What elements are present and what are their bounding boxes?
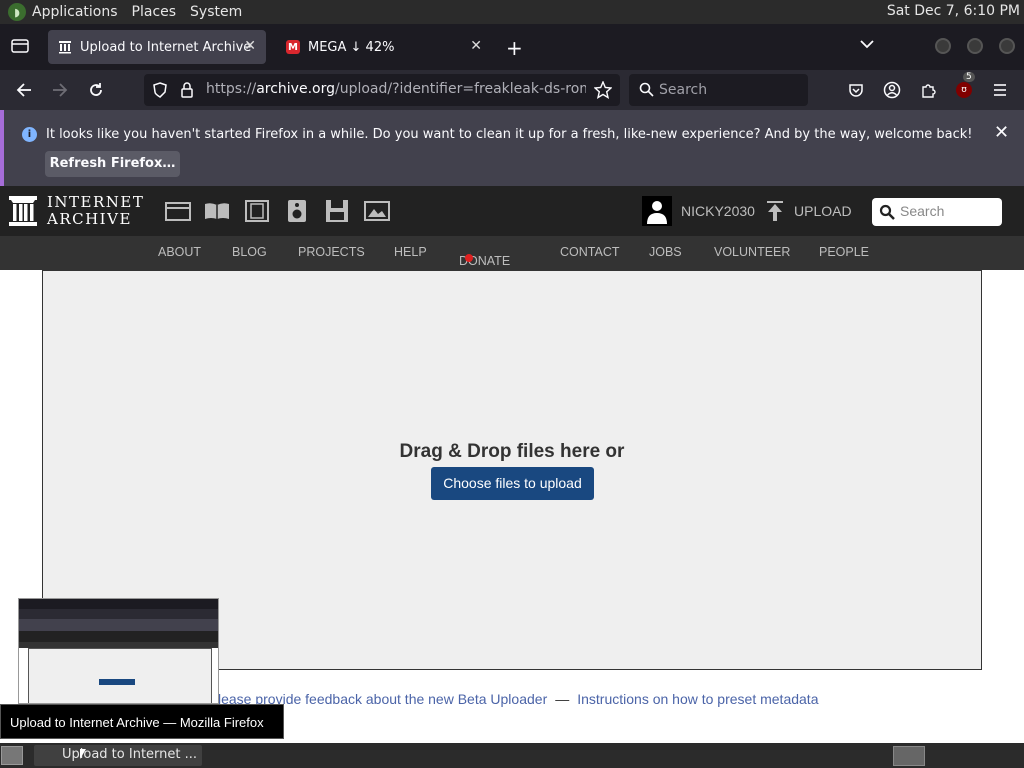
tab-list-icon[interactable]	[11, 38, 29, 54]
places-menu[interactable]: Places	[132, 4, 177, 20]
tab-title: Upload to Internet Archive	[80, 39, 252, 55]
donate-heart-icon	[465, 254, 473, 262]
logo-line-1: INTERNET	[47, 193, 145, 211]
url-path: /upload/?identifier=freakleak-ds-rom-col…	[335, 81, 586, 97]
software-icon[interactable]	[324, 200, 350, 222]
thumb-tabbar	[19, 599, 218, 609]
nav-projects[interactable]: PROJECTS	[298, 245, 365, 259]
extension-badge: 5	[963, 72, 975, 82]
nav-volunteer[interactable]: VOLUNTEER	[714, 245, 790, 259]
video-icon[interactable]	[244, 200, 270, 222]
minimize-window-button[interactable]	[935, 38, 951, 54]
account-icon[interactable]	[880, 78, 904, 102]
texts-icon[interactable]	[204, 200, 230, 222]
thumb-dropzone	[28, 648, 212, 703]
show-desktop-button[interactable]	[1, 746, 23, 765]
archive-favicon-icon	[58, 40, 72, 54]
refresh-firefox-button[interactable]: Refresh Firefox…	[45, 151, 180, 177]
bottom-taskbar: Upload to Internet ...	[0, 743, 1024, 768]
gnome-top-panel: ◗ Applications Places System Sat Dec 7, …	[0, 0, 1024, 24]
logo-line-2: ARCHIVE	[47, 210, 132, 228]
info-icon: i	[22, 127, 37, 142]
ia-nav-bar: ABOUT BLOG PROJECTS HELP DONATE CONTACT …	[0, 236, 1024, 270]
workspace-switcher[interactable]	[893, 746, 925, 766]
tab-title: MEGA ↓ 42%	[308, 39, 395, 55]
thumb-button	[99, 679, 135, 685]
tab-internet-archive[interactable]: Upload to Internet Archive ✕	[48, 30, 266, 64]
padlock-icon[interactable]	[180, 82, 194, 102]
choose-files-button[interactable]: Choose files to upload	[431, 467, 594, 500]
close-notification-icon[interactable]: ✕	[994, 122, 1009, 143]
ia-logo-wordmark[interactable]: INTERNET ARCHIVE	[47, 194, 144, 228]
mouse-pointer-icon	[80, 749, 86, 759]
tab-bar: Upload to Internet Archive ✕ M MEGA ↓ 42…	[0, 24, 1024, 70]
search-icon	[879, 204, 895, 223]
thumb-navbar	[19, 609, 218, 619]
new-tab-plus-icon[interactable]: +	[506, 36, 523, 60]
search-placeholder: Search	[659, 82, 708, 98]
nav-jobs[interactable]: JOBS	[649, 245, 682, 259]
close-tab-icon[interactable]: ✕	[470, 38, 482, 54]
tab-mega[interactable]: M MEGA ↓ 42% ✕	[276, 30, 492, 64]
taskbar-window-button[interactable]: Upload to Internet ...	[34, 745, 202, 766]
audio-icon[interactable]	[284, 200, 310, 222]
instructions-link[interactable]: Instructions on how to preset metadata	[577, 691, 818, 707]
avatar[interactable]	[642, 196, 672, 226]
mega-favicon-icon: M	[286, 40, 300, 54]
applications-menu[interactable]: Applications	[32, 4, 118, 20]
images-icon[interactable]	[364, 200, 390, 222]
ia-topbar: INTERNET ARCHIVE NICKY2030 UPLOAD Search	[0, 186, 1024, 236]
upload-arrow-icon[interactable]	[766, 200, 784, 226]
back-arrow-icon[interactable]	[12, 78, 36, 102]
list-all-tabs-chevron-icon[interactable]	[860, 37, 874, 53]
window-thumbnail-preview[interactable]	[18, 598, 219, 704]
panel-clock[interactable]: Sat Dec 7, 6:10 PM	[887, 3, 1020, 19]
firefox-search-box[interactable]: Search	[629, 74, 808, 106]
system-menu[interactable]: System	[190, 4, 242, 20]
close-tab-icon[interactable]: ✕	[244, 38, 256, 54]
hamburger-menu-icon[interactable]	[988, 78, 1012, 102]
upload-link[interactable]: UPLOAD	[794, 203, 852, 219]
nav-about[interactable]: ABOUT	[158, 245, 201, 259]
pocket-icon[interactable]	[844, 78, 868, 102]
uploader-footer-links: lease provide feedback about the new Bet…	[218, 691, 818, 707]
forward-arrow-icon[interactable]	[48, 78, 72, 102]
tracking-shield-icon[interactable]	[152, 82, 168, 102]
drop-instructions: Drag & Drop files here or	[399, 441, 625, 462]
separator: —	[555, 691, 570, 707]
notification-message: It looks like you haven't started Firefo…	[46, 127, 973, 142]
username-link[interactable]: NICKY2030	[681, 203, 755, 219]
gnome-foot-icon[interactable]: ◗	[8, 3, 26, 21]
ia-search-placeholder: Search	[900, 203, 945, 219]
ia-search-input[interactable]: Search	[872, 198, 1002, 226]
navigation-toolbar: https://archive.org/upload/?identifier=f…	[0, 70, 1024, 110]
ublock-extension-icon[interactable]: ʊ 5	[952, 72, 976, 102]
refresh-firefox-notification: i It looks like you haven't started Fire…	[0, 110, 1024, 186]
thumb-ia-header	[19, 631, 218, 642]
web-icon[interactable]	[165, 200, 191, 222]
url-domain: archive.org	[256, 81, 335, 97]
search-icon	[639, 82, 654, 101]
thumb-notification	[19, 619, 218, 631]
reload-icon[interactable]	[84, 78, 108, 102]
nav-contact[interactable]: CONTACT	[560, 245, 620, 259]
close-window-button[interactable]	[999, 38, 1015, 54]
ia-logo-icon[interactable]	[9, 196, 37, 230]
extensions-puzzle-icon[interactable]	[916, 78, 940, 102]
url-bar[interactable]: https://archive.org/upload/?identifier=f…	[144, 74, 620, 106]
taskbar-tooltip: Upload to Internet Archive — Mozilla Fir…	[0, 704, 284, 739]
nav-people[interactable]: PEOPLE	[819, 245, 869, 259]
nav-blog[interactable]: BLOG	[232, 245, 267, 259]
url-prefix: https://	[206, 81, 257, 97]
url-text: https://archive.org/upload/?identifier=f…	[206, 81, 586, 97]
nav-help[interactable]: HELP	[394, 245, 427, 259]
bookmark-star-icon[interactable]	[593, 80, 613, 103]
maximize-window-button[interactable]	[967, 38, 983, 54]
